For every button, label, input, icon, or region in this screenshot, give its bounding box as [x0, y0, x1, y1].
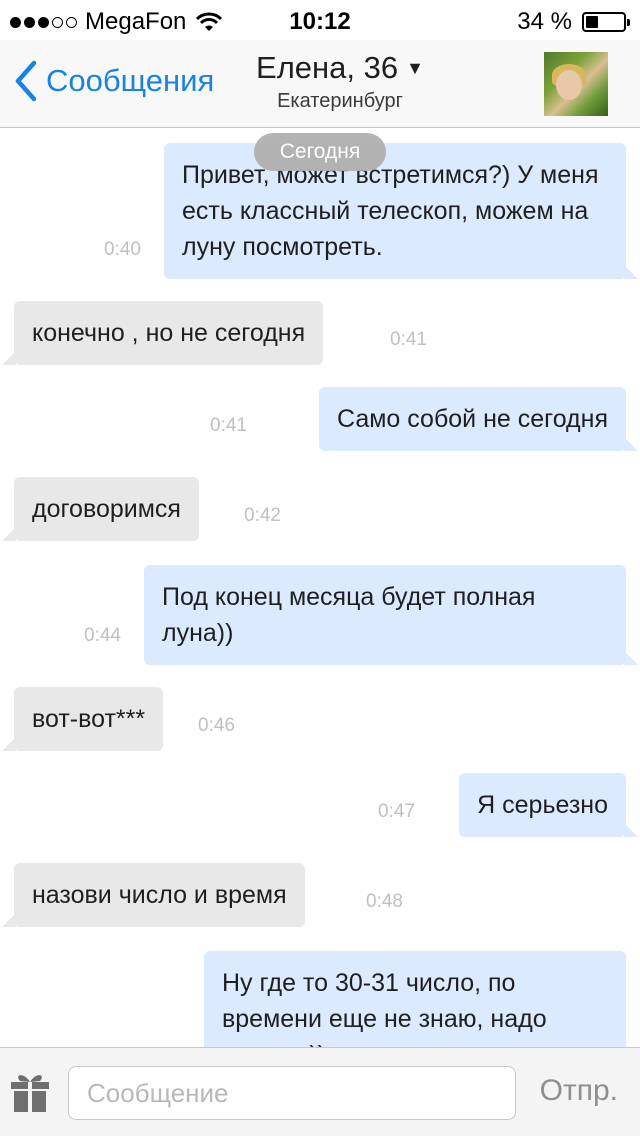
status-right: 34 % [517, 8, 630, 36]
message-bubble-incoming[interactable]: договоримся [2, 477, 199, 541]
message-bubble-incoming[interactable]: назови число и время [2, 863, 305, 927]
message-time: 0:47 [378, 801, 415, 822]
battery-percent: 34 % [517, 8, 572, 35]
message-bubble-outgoing[interactable]: Привет, может встретимся?) У меня есть к… [164, 143, 638, 279]
message-input[interactable] [68, 1066, 516, 1120]
message-bubble-outgoing[interactable]: Я серьезно [459, 773, 638, 837]
back-label: Сообщения [46, 63, 215, 98]
message-time: 0:44 [84, 625, 121, 646]
avatar[interactable] [544, 52, 608, 116]
battery-tip [627, 19, 630, 26]
contact-info[interactable]: Елена, 36 ▼ Екатеринбург [230, 50, 450, 113]
message-time: 0:42 [244, 505, 281, 526]
chevron-left-icon [15, 60, 37, 102]
nav-bar: Сообщения Елена, 36 ▼ Екатеринбург [0, 40, 640, 128]
message-time: 0:41 [210, 415, 247, 436]
caret-down-icon: ▼ [406, 57, 424, 78]
message-bubble-incoming[interactable]: вот-вот*** [1, 687, 164, 751]
message-list[interactable]: Сегодня Привет, может встретимся?) У мен… [0, 129, 640, 1047]
contact-name-row: Елена, 36 ▼ [256, 50, 424, 86]
battery-fill [586, 16, 599, 28]
contact-name: Елена, 36 [256, 50, 399, 85]
message-time: 0:46 [198, 715, 235, 736]
message-bubble-outgoing[interactable]: Само собой не сегодня [318, 387, 639, 451]
message-time: 0:41 [390, 329, 427, 350]
battery-icon [582, 12, 630, 32]
contact-city: Екатеринбург [277, 90, 403, 112]
gift-icon[interactable] [10, 1070, 50, 1114]
avatar-face [556, 70, 582, 100]
message-time: 0:48 [366, 891, 403, 912]
message-bubble-outgoing[interactable]: Ну где то 30-31 число, по времени еще не… [204, 951, 626, 1047]
date-badge: Сегодня [254, 133, 386, 171]
message-bubble-outgoing[interactable]: Под конец месяца будет полная луна)) [144, 565, 638, 665]
message-time: 0:40 [104, 239, 141, 260]
composer-bar: Отпр. [0, 1047, 640, 1136]
send-button[interactable]: Отпр. [540, 1074, 618, 1108]
message-bubble-incoming[interactable]: конечно , но не сегодня [1, 301, 324, 365]
status-bar: MegaFon 10:12 34 % [0, 0, 640, 40]
back-button[interactable]: Сообщения [14, 60, 214, 102]
